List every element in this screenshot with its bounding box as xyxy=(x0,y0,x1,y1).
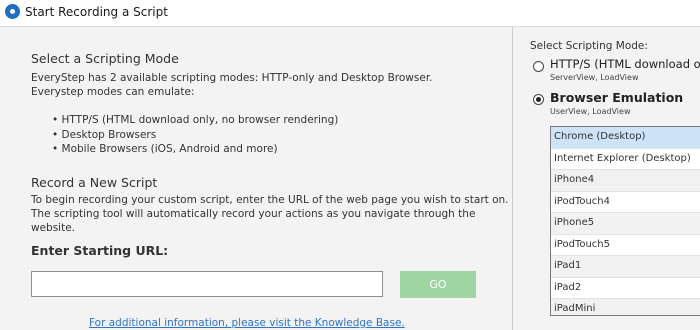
record-instructions-2: The scripting tool will automatically re… xyxy=(31,208,476,234)
device-list[interactable]: Chrome (Desktop) Internet Explorer (Desk… xyxy=(550,126,700,316)
knowledge-base-link[interactable]: For additional information, please visit… xyxy=(89,317,405,329)
app-logo-icon xyxy=(5,4,20,19)
record-script-heading: Record a New Script xyxy=(31,175,158,190)
window-title: Start Recording a Script xyxy=(25,5,168,19)
device-item[interactable]: iPhone5 xyxy=(551,213,700,235)
browser-emulation-label[interactable]: Browser Emulation xyxy=(550,90,683,105)
title-bar: Start Recording a Script xyxy=(0,0,700,27)
main-panel: Select a Scripting Mode EveryStep has 2 … xyxy=(0,27,513,330)
device-item[interactable]: iPad2 xyxy=(551,278,700,299)
record-instructions-1: To begin recording your custom script, e… xyxy=(31,194,509,206)
list-item: Desktop Browsers xyxy=(52,128,338,143)
go-button[interactable]: GO xyxy=(400,271,476,298)
http-mode-radio[interactable] xyxy=(533,61,544,72)
list-item: Mobile Browsers (iOS, Android and more) xyxy=(52,142,338,157)
emulation-list: HTTP/S (HTML download only, no browser r… xyxy=(52,113,339,157)
device-item[interactable]: iPhone4 xyxy=(551,170,700,192)
device-item[interactable]: Internet Explorer (Desktop) xyxy=(551,149,700,170)
device-item[interactable]: iPadMini xyxy=(551,299,700,315)
scripting-mode-description: EveryStep has 2 available scripting mode… xyxy=(31,72,433,84)
scripting-mode-heading: Select a Scripting Mode xyxy=(31,51,179,66)
emulate-intro: Everystep modes can emulate: xyxy=(31,86,195,98)
browser-emulation-radio[interactable] xyxy=(533,94,544,105)
http-mode-label[interactable]: HTTP/S (HTML download only) xyxy=(550,57,700,71)
browser-emulation-subtitle: UserView, LoadView xyxy=(550,107,631,116)
list-item: HTTP/S (HTML download only, no browser r… xyxy=(52,113,339,128)
device-item[interactable]: Chrome (Desktop) xyxy=(551,127,700,149)
url-field-label: Enter Starting URL: xyxy=(31,243,169,258)
mode-select-label: Select Scripting Mode: xyxy=(530,40,648,52)
http-mode-subtitle: ServerView, LoadView xyxy=(550,73,639,82)
mode-sidebar: Select Scripting Mode: HTTP/S (HTML down… xyxy=(513,27,700,330)
starting-url-input[interactable] xyxy=(31,271,383,297)
device-item[interactable]: iPodTouch4 xyxy=(551,192,700,213)
device-item[interactable]: iPad1 xyxy=(551,256,700,278)
device-item[interactable]: iPodTouch5 xyxy=(551,235,700,256)
